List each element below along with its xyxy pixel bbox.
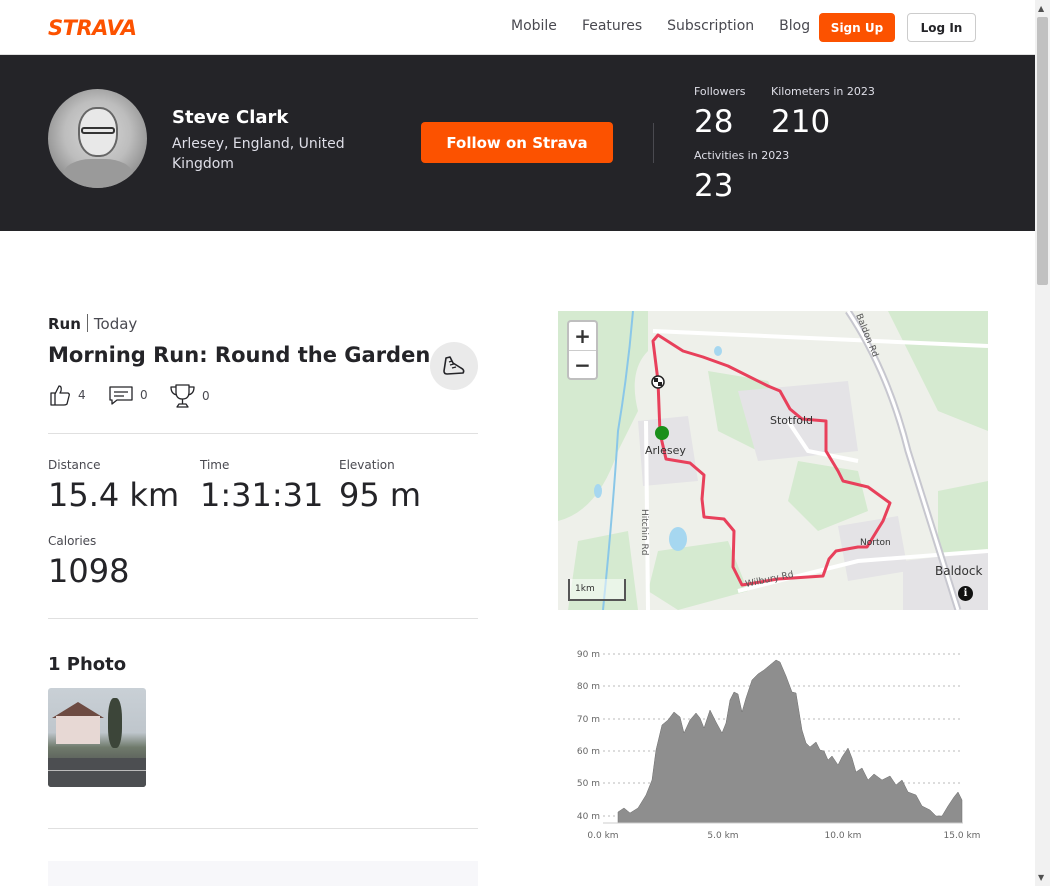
- elevation-label: Elevation: [339, 458, 395, 472]
- y-tick-80: 80 m: [577, 682, 600, 692]
- log-in-button[interactable]: Log In: [907, 13, 976, 42]
- elevation-value: 95 m: [339, 476, 422, 514]
- map-info-icon[interactable]: i: [958, 586, 973, 601]
- follow-button[interactable]: Follow on Strava: [421, 122, 613, 163]
- athlete-banner: Steve Clark Arlesey, England, United Kin…: [0, 55, 1035, 231]
- kudos-value: 4: [78, 388, 86, 402]
- trophy-icon: [170, 384, 195, 408]
- distance-value: 15.4 km: [48, 476, 180, 514]
- km-label: Kilometers in 2023: [771, 85, 875, 98]
- nav-link-features[interactable]: Features: [582, 18, 642, 34]
- achievement-count[interactable]: 0: [169, 383, 210, 409]
- y-tick-60: 60 m: [577, 747, 600, 757]
- scroll-up-arrow-icon[interactable]: ▲: [1038, 4, 1044, 13]
- time-label: Time: [200, 458, 230, 472]
- thumbs-up-icon: [50, 385, 70, 406]
- km-count: 210: [771, 104, 831, 140]
- elevation-chart: 90 m 80 m 70 m 60 m 50 m 40 m 0.0 km 5.0…: [558, 640, 988, 850]
- map-label-road-ne: Baldon Rd: [853, 312, 879, 358]
- divider: [48, 433, 478, 434]
- x-tick-10: 10.0 km: [825, 831, 862, 841]
- run-shoe-icon: [430, 342, 478, 390]
- activity-type: Run Today: [48, 314, 137, 333]
- distance-label: Distance: [48, 458, 101, 472]
- zoom-out-button[interactable]: −: [569, 350, 596, 378]
- divider: [653, 123, 654, 163]
- comment-icon: [109, 386, 133, 405]
- divider: [48, 828, 478, 829]
- scroll-down-arrow-icon[interactable]: ▼: [1038, 873, 1044, 882]
- photos-heading: 1 Photo: [48, 654, 127, 675]
- followers-count: 28: [694, 104, 734, 140]
- kudos-count[interactable]: 4: [48, 383, 86, 407]
- followers-label: Followers: [694, 85, 746, 98]
- map-scale: 1km: [568, 579, 626, 601]
- divider: [48, 618, 478, 619]
- bottom-card: [48, 861, 478, 886]
- athlete-avatar[interactable]: [48, 89, 147, 188]
- calories-value: 1098: [48, 552, 130, 590]
- y-tick-70: 70 m: [577, 715, 600, 725]
- comment-count[interactable]: 0: [108, 383, 148, 407]
- page-scrollbar[interactable]: ▲ ▼: [1035, 0, 1050, 886]
- activities-label: Activities in 2023: [694, 149, 790, 162]
- map-label-norton: Norton: [860, 538, 891, 548]
- activity-title: Morning Run: Round the Garden: [48, 343, 431, 367]
- activity-photo[interactable]: [48, 688, 146, 787]
- y-tick-40: 40 m: [577, 812, 600, 822]
- athlete-location: Arlesey, England, United Kingdom: [172, 136, 345, 172]
- top-navigation: STRAVA Mobile Features Subscription Blog…: [0, 0, 1035, 55]
- map-zoom-controls: + −: [567, 320, 598, 380]
- route-map[interactable]: Stotfold Arlesey Norton Baldock Hitchin …: [558, 311, 988, 610]
- activities-count: 23: [694, 168, 734, 204]
- map-label-hitchin-rd: Hitchin Rd: [639, 509, 649, 555]
- x-tick-5: 5.0 km: [707, 831, 738, 841]
- sign-up-button[interactable]: Sign Up: [819, 13, 895, 42]
- scrollbar-thumb[interactable]: [1037, 17, 1048, 285]
- elevation-profile-area: [617, 659, 963, 824]
- x-tick-15: 15.0 km: [944, 831, 981, 841]
- calories-label: Calories: [48, 534, 97, 548]
- nav-link-subscription[interactable]: Subscription: [667, 18, 754, 34]
- map-label-baldock: Baldock: [935, 564, 982, 578]
- activity-date: Today: [93, 315, 138, 333]
- time-value: 1:31:31: [200, 476, 324, 514]
- y-tick-50: 50 m: [577, 779, 600, 789]
- finish-flag-icon: [651, 375, 665, 389]
- achievement-value: 0: [202, 389, 210, 403]
- nav-links: Mobile Features Subscription Blog: [511, 18, 835, 34]
- x-tick-0: 0.0 km: [587, 831, 618, 841]
- map-label-wilbury-rd: Wilbury Rd: [745, 570, 795, 590]
- strava-logo[interactable]: STRAVA: [48, 16, 137, 40]
- zoom-in-button[interactable]: +: [569, 322, 596, 350]
- activity-type-label: Run: [48, 315, 81, 333]
- comment-value: 0: [140, 388, 148, 402]
- nav-link-mobile[interactable]: Mobile: [511, 18, 557, 34]
- map-label-stotfold: Stotfold: [770, 414, 813, 427]
- athlete-name[interactable]: Steve Clark: [172, 107, 288, 128]
- y-tick-90: 90 m: [577, 650, 600, 660]
- nav-link-blog[interactable]: Blog: [779, 18, 810, 34]
- map-label-arlesey: Arlesey: [645, 444, 686, 457]
